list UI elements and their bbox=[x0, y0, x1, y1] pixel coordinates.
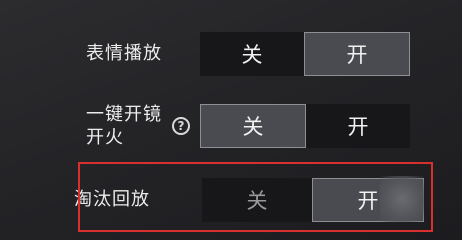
setting-label-quick-scope-fire-line1: 一键开镜 bbox=[86, 104, 162, 125]
question-circle-icon[interactable]: ? bbox=[172, 117, 190, 135]
elimination-replay-toggle[interactable]: 关 开 bbox=[202, 178, 424, 222]
elimination-replay-off-option[interactable]: 关 bbox=[202, 178, 312, 222]
elimination-replay-on-option[interactable]: 开 bbox=[312, 178, 424, 222]
setting-label-emote-playback: 表情播放 bbox=[86, 43, 162, 64]
quick-scope-fire-on-option[interactable]: 开 bbox=[306, 104, 410, 148]
emote-playback-on-option[interactable]: 开 bbox=[304, 32, 410, 76]
emote-playback-toggle[interactable]: 关 开 bbox=[200, 32, 410, 76]
quick-scope-fire-off-option[interactable]: 关 bbox=[200, 104, 306, 148]
emote-playback-off-option[interactable]: 关 bbox=[200, 32, 304, 76]
quick-scope-fire-toggle[interactable]: 关 开 bbox=[200, 104, 410, 148]
setting-label-quick-scope-fire-line2: 开火 bbox=[86, 127, 124, 148]
setting-label-elimination-replay: 淘汰回放 bbox=[74, 189, 150, 210]
